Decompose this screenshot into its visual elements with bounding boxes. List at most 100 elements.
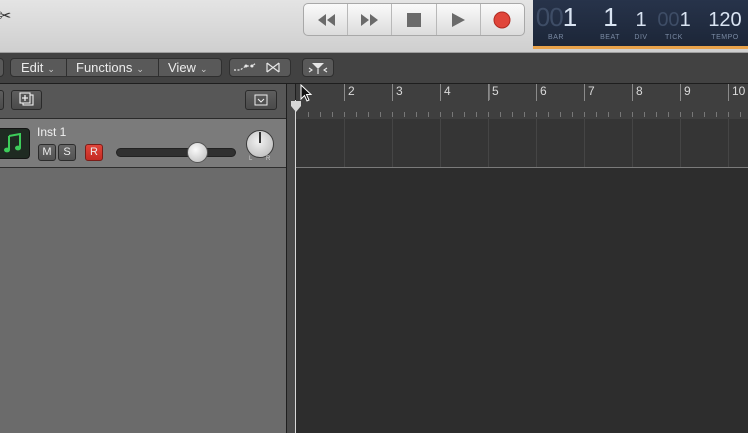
play-button[interactable] (437, 4, 481, 35)
bar-gridline (680, 119, 681, 167)
tracks-menu-bar: Edit ⌄ Functions ⌄ View ⌄ (0, 53, 748, 84)
rewind-icon (317, 13, 335, 26)
bar-gridline (488, 119, 489, 167)
automation-button[interactable] (229, 58, 291, 77)
beat-tick (632, 112, 633, 117)
ruler-bar-4[interactable]: 4 (440, 84, 451, 101)
record-icon (493, 11, 511, 28)
beat-tick (704, 112, 705, 117)
beat-tick (680, 112, 681, 117)
lcd-tempo-label: TEMPO (711, 34, 739, 41)
edit-menu-label: Edit (21, 60, 44, 75)
lcd-bar-leading: 00 (535, 2, 564, 32)
bar-gridline (584, 119, 585, 167)
ruler-bar-5[interactable]: 5 (488, 84, 499, 101)
beat-tick (584, 112, 585, 117)
record-enable-button[interactable]: R (85, 144, 103, 161)
beat-tick (548, 112, 549, 117)
chevron-down-icon: ⌄ (199, 64, 208, 74)
beat-tick (560, 112, 561, 117)
bar-gridline (536, 119, 537, 167)
solo-button[interactable]: S (58, 144, 76, 161)
ruler-bar-10[interactable]: 10 (728, 84, 745, 101)
add-track-button[interactable] (11, 90, 42, 110)
stop-button[interactable] (392, 4, 437, 35)
playhead-line[interactable] (295, 100, 296, 433)
left-header-stub[interactable] (0, 90, 4, 110)
lcd-div-label: DIV (634, 34, 648, 41)
fast-forward-icon (360, 13, 378, 26)
beat-tick (320, 112, 321, 117)
chevron-down-icon: ⌄ (136, 64, 144, 74)
lcd-div: 1 DIV (631, 0, 651, 44)
bar-gridline (344, 119, 345, 167)
lcd-beat: 1 BEAT (593, 0, 627, 44)
ruler-bar-7[interactable]: 7 (584, 84, 595, 101)
volume-slider[interactable] (116, 148, 236, 157)
beat-tick (656, 112, 657, 117)
record-button[interactable] (481, 4, 524, 35)
functions-menu[interactable]: Functions ⌄ (67, 58, 159, 77)
lcd-tick: 001 TICK (655, 0, 693, 44)
lcd-display[interactable]: 001 BAR 1 BEAT 1 DIV 001 TICK 120 TEMPO (533, 0, 748, 49)
play-icon (452, 12, 466, 27)
beat-tick (512, 112, 513, 117)
track-list-header (0, 84, 286, 119)
transport-controls (303, 3, 525, 36)
beat-tick (404, 112, 405, 117)
beat-tick (668, 112, 669, 117)
beat-tick (332, 112, 333, 117)
lcd-tick-label: TICK (665, 34, 683, 41)
lcd-tick-leading: 00 (657, 9, 680, 31)
stop-icon (407, 12, 421, 27)
ruler-bar-6[interactable]: 6 (536, 84, 547, 101)
add-track-icon (19, 92, 34, 106)
mouse-pointer-icon (300, 84, 313, 102)
lcd-bar-label: BAR (548, 34, 564, 41)
music-note-icon (3, 132, 21, 152)
ruler-bar-9[interactable]: 9 (680, 84, 691, 101)
track-name[interactable]: Inst 1 (37, 125, 66, 139)
beat-tick (608, 112, 609, 117)
catch-playhead-button[interactable] (302, 58, 334, 77)
beat-tick (356, 112, 357, 117)
ruler-bar-8[interactable]: 8 (632, 84, 643, 101)
fast-forward-button[interactable] (348, 4, 393, 35)
beat-tick (488, 112, 489, 117)
left-menu-stub[interactable] (0, 58, 4, 77)
beat-tick (344, 112, 345, 117)
bar-gridline (440, 119, 441, 167)
beat-tick (452, 112, 453, 117)
empty-arrange-area[interactable] (296, 168, 748, 433)
catch-icon (308, 63, 328, 74)
automation-curve-icon (234, 62, 280, 73)
beat-tick (464, 112, 465, 117)
beat-tick (536, 112, 537, 117)
ruler-bar-2[interactable]: 2 (344, 84, 355, 101)
lcd-bar-value: 1 (562, 2, 578, 32)
view-menu[interactable]: View ⌄ (159, 58, 222, 77)
mute-button[interactable]: M (38, 144, 56, 161)
rewind-button[interactable] (304, 4, 349, 35)
track-header-options-button[interactable] (245, 90, 277, 110)
beat-tick (380, 112, 381, 117)
lcd-beat-value: 1 (603, 2, 617, 32)
beat-tick (596, 112, 597, 117)
lcd-bar: 001 BAR (533, 0, 579, 44)
beat-tick (524, 112, 525, 117)
beat-tick (572, 112, 573, 117)
beat-tick (728, 112, 729, 117)
beat-tick (368, 112, 369, 117)
beat-tick (716, 112, 717, 117)
beat-tick (440, 112, 441, 117)
ruler-bar-3[interactable]: 3 (392, 84, 403, 101)
lcd-tick-value: 1 (679, 9, 691, 31)
beat-tick (308, 112, 309, 117)
edit-menu[interactable]: Edit ⌄ (10, 58, 67, 77)
scissors-icon[interactable]: ✂ (0, 6, 11, 26)
beat-tick (740, 112, 741, 117)
pan-left-label: L (249, 156, 253, 162)
pan-right-label: R (266, 156, 271, 162)
lcd-tempo: 120 TEMPO (703, 0, 747, 44)
chevron-box-icon (254, 94, 268, 106)
